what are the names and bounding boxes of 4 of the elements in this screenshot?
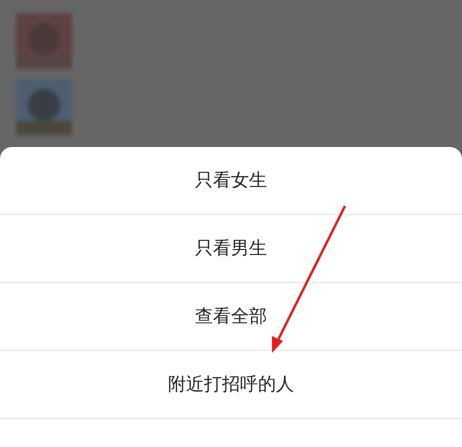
menu-option[interactable]: 只看男生: [195, 235, 267, 262]
menu-option[interactable]: 附近打招呼的人: [168, 371, 294, 398]
menu-option[interactable]: 只看女生: [195, 167, 267, 194]
menu-option[interactable]: 查看全部: [195, 303, 267, 330]
